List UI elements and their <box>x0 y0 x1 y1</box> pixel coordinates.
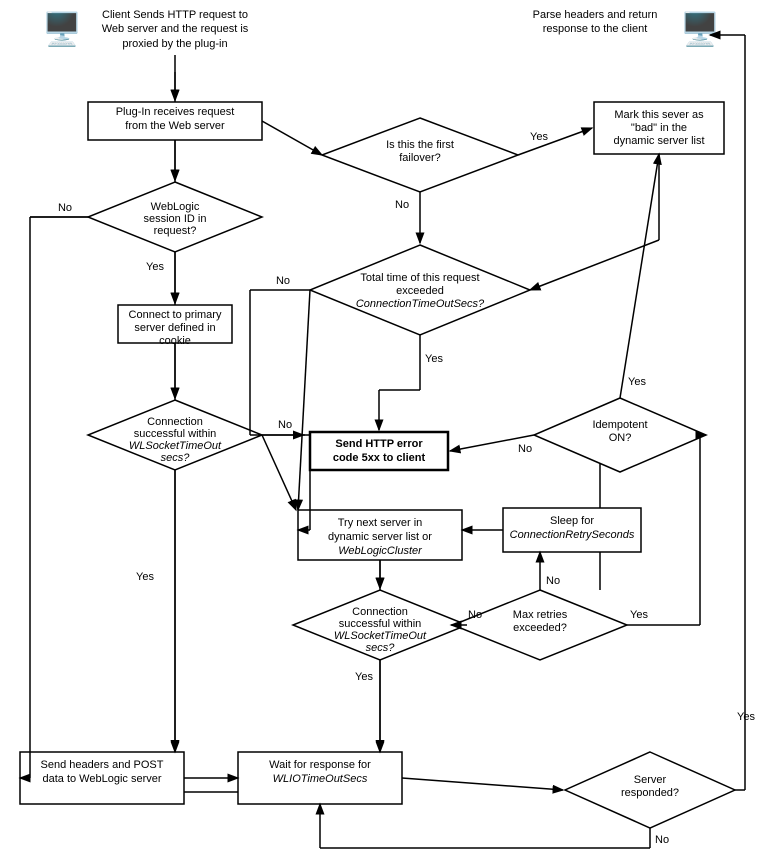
svg-text:WebLogicCluster: WebLogicCluster <box>338 545 423 557</box>
svg-text:successful within: successful within <box>339 618 422 630</box>
svg-text:exceeded: exceeded <box>396 285 444 297</box>
svg-text:dynamic server list: dynamic server list <box>613 135 704 147</box>
svg-text:Is this the first: Is this the first <box>386 139 454 151</box>
svg-text:Connection: Connection <box>147 416 203 428</box>
svg-text:No: No <box>468 609 482 621</box>
svg-text:Mark this sever as: Mark this sever as <box>614 109 704 121</box>
svg-text:ConnectionRetrySeconds: ConnectionRetrySeconds <box>510 529 635 541</box>
svg-text:Connect to primary: Connect to primary <box>129 309 222 321</box>
svg-text:Yes: Yes <box>146 261 164 273</box>
svg-text:Try next server in: Try next server in <box>338 517 423 529</box>
svg-text:Max retries: Max retries <box>513 609 568 621</box>
svg-text:No: No <box>395 199 409 211</box>
svg-text:No: No <box>518 443 532 455</box>
svg-text:Sleep for: Sleep for <box>550 515 594 527</box>
svg-text:code 5xx to client: code 5xx to client <box>333 452 426 464</box>
svg-text:secs?: secs? <box>366 642 396 654</box>
svg-text:Wait for response for: Wait for response for <box>269 759 371 771</box>
svg-text:Plug-In receives request: Plug-In receives request <box>116 106 235 118</box>
svg-text:data to WebLogic server: data to WebLogic server <box>42 773 161 785</box>
svg-text:failover?: failover? <box>399 152 441 164</box>
svg-text:Total time of this request: Total time of this request <box>360 272 479 284</box>
svg-text:No: No <box>58 202 72 214</box>
svg-text:Server: Server <box>634 774 667 786</box>
svg-text:from the Web server: from the Web server <box>125 120 225 132</box>
svg-text:Yes: Yes <box>355 671 373 683</box>
svg-text:Send headers and POST: Send headers and POST <box>41 759 164 771</box>
svg-text:WebLogic: WebLogic <box>151 201 200 213</box>
svg-text:Yes: Yes <box>628 376 646 388</box>
svg-text:Connection: Connection <box>352 606 408 618</box>
svg-text:No: No <box>546 575 560 587</box>
svg-text:WLIOTimeOutSecs: WLIOTimeOutSecs <box>273 773 368 785</box>
svg-text:Idempotent: Idempotent <box>592 419 647 431</box>
svg-text:No: No <box>655 834 669 846</box>
svg-text:Yes: Yes <box>530 131 548 143</box>
svg-text:session ID in: session ID in <box>144 213 207 225</box>
svg-text:"bad" in the: "bad" in the <box>631 122 687 134</box>
svg-text:request?: request? <box>154 225 197 237</box>
svg-text:No: No <box>278 419 292 431</box>
svg-text:server defined in: server defined in <box>134 322 215 334</box>
svg-text:Yes: Yes <box>136 571 154 583</box>
svg-text:WLSocketTimeOut: WLSocketTimeOut <box>334 630 427 642</box>
flowchart-diagram: 🖥️ 🖥️ Client Sends HTTP request to Web s… <box>0 0 763 865</box>
svg-text:dynamic server list or: dynamic server list or <box>328 531 432 543</box>
svg-text:No: No <box>276 275 290 287</box>
svg-text:Yes: Yes <box>630 609 648 621</box>
flowchart-svg: Plug-In receives request from the Web se… <box>0 0 763 865</box>
svg-text:successful within: successful within <box>134 428 217 440</box>
svg-text:responded?: responded? <box>621 787 679 799</box>
svg-text:ON?: ON? <box>609 432 632 444</box>
svg-text:exceeded?: exceeded? <box>513 622 567 634</box>
svg-text:ConnectionTimeOutSecs?: ConnectionTimeOutSecs? <box>356 298 485 310</box>
svg-text:Yes: Yes <box>425 353 443 365</box>
svg-text:Yes: Yes <box>737 711 755 723</box>
svg-text:secs?: secs? <box>161 452 191 464</box>
svg-text:Send HTTP error: Send HTTP error <box>335 438 423 450</box>
svg-text:WLSocketTimeOut: WLSocketTimeOut <box>129 440 222 452</box>
